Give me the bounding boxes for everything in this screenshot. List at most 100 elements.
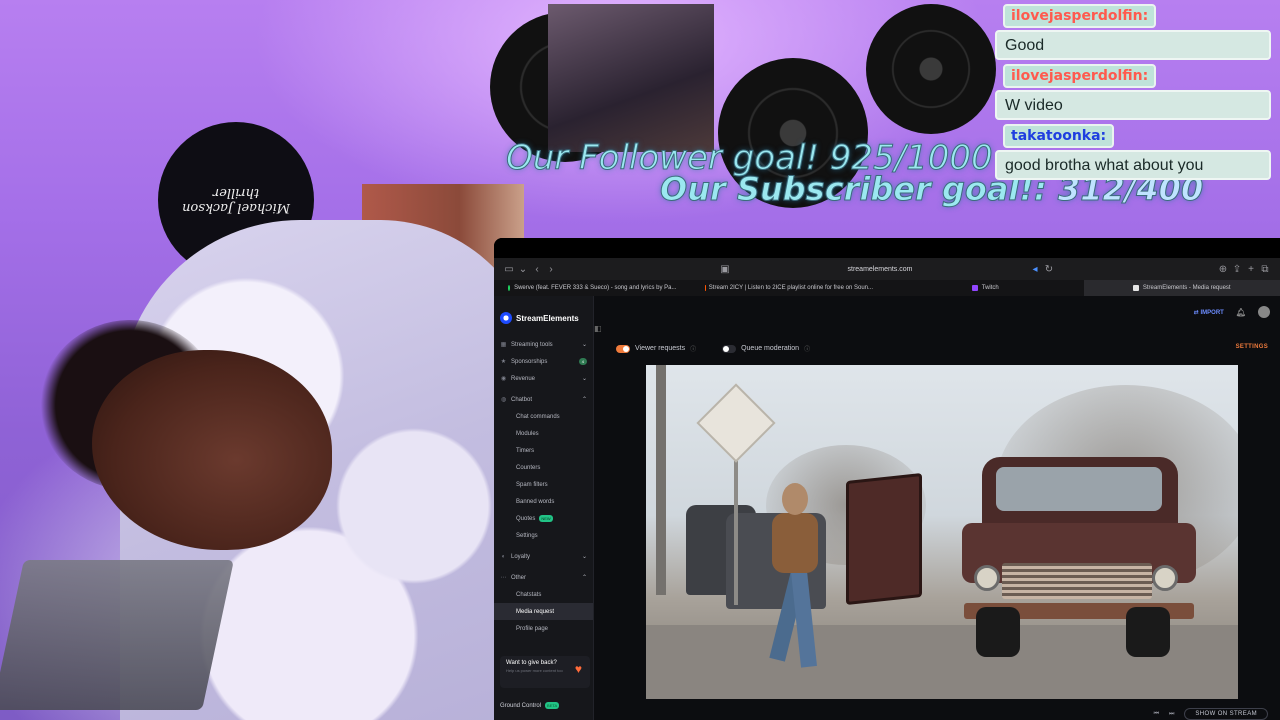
tab-overview-icon[interactable]: ⧉ <box>1258 264 1272 275</box>
sidebar-item-label: Loyalty <box>511 553 531 560</box>
chevron-down-icon[interactable]: ⌄ <box>516 264 530 275</box>
viewer-requests-toggle[interactable]: Viewer requests ⓘ <box>616 344 696 353</box>
give-back-card[interactable]: Want to give back? Help us power more co… <box>500 656 590 688</box>
give-back-subtitle: Help us power more content too <box>506 668 563 673</box>
sidebar-subitem-label: Modules <box>516 430 539 437</box>
media-request-main: ⇄ IMPORT 🔔︎ Viewer requests ⓘ Queue mode… <box>602 296 1280 720</box>
sidebar-subitem-profile-page[interactable]: Profile page <box>494 620 593 637</box>
sidebar-subitem-label: Counters <box>516 464 541 471</box>
tab-soundcloud[interactable]: Stream 2ICY | Listen to 2ICE playlist on… <box>691 280 888 296</box>
sidebar-subitem-counters[interactable]: Counters <box>494 459 593 476</box>
previous-icon[interactable]: ⏮ <box>1154 711 1159 718</box>
truck-door <box>846 473 922 605</box>
info-icon[interactable]: ⓘ <box>804 344 810 353</box>
avatar[interactable] <box>1258 306 1270 318</box>
streamelements-logo-icon <box>500 312 512 324</box>
queue-moderation-switch[interactable] <box>722 344 737 353</box>
tools-icon: ▦ <box>500 342 507 348</box>
sidebar-subitem-label: Timers <box>516 447 535 454</box>
sidebar-item-revenue[interactable]: ◉ Revenue ⌄ <box>494 370 593 387</box>
record-text: Michael Jackson thriller <box>182 185 290 215</box>
sidebar-subitem-label: Banned words <box>516 498 555 505</box>
tab-spotify[interactable]: Swerve (feat. FEVER 333 & Sueco) - song … <box>494 280 691 296</box>
tab-label: Twitch <box>981 285 999 291</box>
sidebar-subitem-timers[interactable]: Timers <box>494 442 593 459</box>
tab-twitch[interactable]: Twitch <box>887 280 1084 296</box>
sidebar-item-chatbot[interactable]: ◍ Chatbot ⌃ <box>494 391 593 408</box>
sidebar-subitem-quotes[interactable]: Quotes NEW <box>494 510 593 527</box>
chevron-down-icon: ⌄ <box>581 342 587 348</box>
reload-icon[interactable]: ↻ <box>1042 264 1056 275</box>
beta-badge: BETA <box>545 702 560 709</box>
sidebar-item-sponsorships[interactable]: ★ Sponsorships 4 <box>494 353 593 370</box>
chat-username: ilovejasperdolfin: <box>1003 64 1157 88</box>
sidebar-subitem-chat-commands[interactable]: Chat commands <box>494 408 593 425</box>
sidebar-subitem-label: Quotes <box>516 515 536 522</box>
player-controls: ⏮ ⏭ SHOW ON STREAM <box>1154 708 1268 720</box>
chatbot-icon: ◍ <box>500 397 507 403</box>
video-player[interactable] <box>646 365 1238 699</box>
import-label: IMPORT <box>1200 309 1224 316</box>
tab-streamelements[interactable]: StreamElements - Media request <box>1083 280 1280 296</box>
streamelements-page: StreamElements ▦ Streaming tools ⌄ ★ Sponso… <box>494 296 1280 720</box>
sidebar-item-label: Other <box>511 574 527 581</box>
share-icon[interactable]: ⇪ <box>1230 264 1244 275</box>
collapse-sidebar-icon[interactable]: ◧ <box>594 324 602 333</box>
twitch-icon <box>971 285 978 291</box>
vinyl-record-decor <box>866 4 996 134</box>
more-icon: ⋯ <box>500 575 507 581</box>
truck-grill <box>1002 563 1152 599</box>
sidebar-subitem-spam-filters[interactable]: Spam filters <box>494 476 593 493</box>
info-icon[interactable]: ⓘ <box>690 344 696 353</box>
sidebar-item-streaming-tools[interactable]: ▦ Streaming tools ⌄ <box>494 336 593 353</box>
sidebar-item-loyalty[interactable]: ◐ Loyalty ⌄ <box>494 548 593 565</box>
new-badge: NEW <box>539 515 553 522</box>
top-bar: ⇄ IMPORT 🔔︎ <box>1194 306 1270 318</box>
spotify-icon <box>508 285 511 291</box>
new-tab-icon[interactable]: + <box>1244 264 1258 275</box>
bell-icon[interactable]: 🔔︎ <box>1236 308 1246 317</box>
viewer-requests-switch[interactable] <box>616 344 630 353</box>
settings-link[interactable]: SETTINGS <box>1236 344 1268 350</box>
site-settings-icon[interactable]: ▣ <box>718 264 732 275</box>
streamelements-icon <box>1132 285 1139 291</box>
sidebar-subitem-settings[interactable]: Settings <box>494 527 593 544</box>
chat-message: takatoonka: good brotha what about you <box>993 124 1280 180</box>
import-icon: ⇄ <box>1193 309 1201 316</box>
sidebar-subitem-label: Chat commands <box>516 413 560 420</box>
sidebar-subitem-label: Settings <box>516 532 538 539</box>
brand-name: StreamElements <box>516 313 579 323</box>
url-bar[interactable]: streamelements.com <box>732 266 1028 273</box>
sidebar: StreamElements ▦ Streaming tools ⌄ ★ Sponso… <box>494 296 594 720</box>
forward-icon[interactable]: › <box>544 264 558 275</box>
chat-text: Good <box>995 30 1271 60</box>
album-cover-decor <box>548 4 714 152</box>
sidebar-item-other[interactable]: ⋯ Other ⌃ <box>494 569 593 586</box>
show-on-stream-button[interactable]: SHOW ON STREAM <box>1184 708 1268 720</box>
truck-wheel <box>976 607 1020 657</box>
heart-icon: ♥ <box>574 662 582 676</box>
sidebar-item-label: Sponsorships <box>511 358 548 365</box>
download-icon[interactable]: ⊕ <box>1216 264 1230 275</box>
sidebar-subitem-label: Chatstats <box>516 591 542 598</box>
ground-control-label: Ground Control <box>500 702 542 709</box>
sidebar-subitem-label: Spam filters <box>516 481 548 488</box>
queue-moderation-label: Queue moderation <box>741 345 800 352</box>
sidebar-subitem-media-request[interactable]: Media request <box>494 603 593 620</box>
queue-moderation-toggle[interactable]: Queue moderation ⓘ <box>722 344 810 353</box>
browser-toolbar: ▭ ⌄ ‹ › ▣ streamelements.com ◂ ↻ ⊕ ⇪ + ⧉ <box>494 258 1280 280</box>
sidebar-subitem-chatstats[interactable]: Chatstats <box>494 586 593 603</box>
tab-label: StreamElements - Media request <box>1142 285 1231 291</box>
back-icon[interactable]: ‹ <box>530 264 544 275</box>
sidebar-subitem-banned-words[interactable]: Banned words <box>494 493 593 510</box>
import-button[interactable]: ⇄ IMPORT <box>1194 309 1224 316</box>
brand[interactable]: StreamElements <box>494 296 593 336</box>
ground-control-link[interactable]: Ground Control BETA <box>500 702 560 709</box>
sidebar-toggle-icon[interactable]: ▭ <box>502 264 516 275</box>
chat-username: takatoonka: <box>1003 124 1115 148</box>
road-sign <box>696 383 776 463</box>
sidebar-subitem-modules[interactable]: Modules <box>494 425 593 442</box>
next-icon[interactable]: ⏭ <box>1169 711 1174 718</box>
vintage-truck <box>946 457 1196 657</box>
audio-icon[interactable]: ◂ <box>1028 264 1042 275</box>
